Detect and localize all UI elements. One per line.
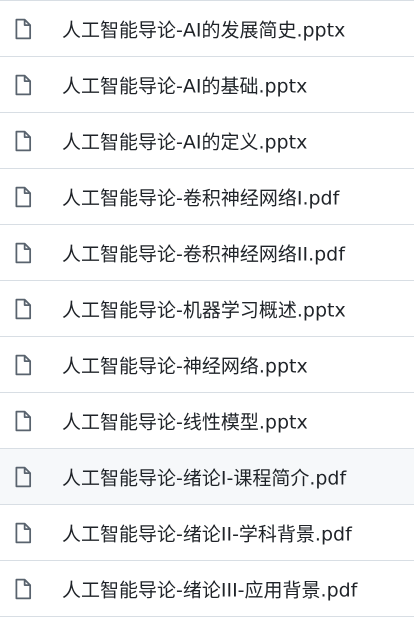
file-icon [14, 186, 32, 208]
file-name[interactable]: 人工智能导论-绪论III-应用背景.pdf [62, 575, 357, 602]
file-name[interactable]: 人工智能导论-神经网络.pptx [62, 351, 308, 378]
file-icon [14, 242, 32, 264]
file-icon [14, 74, 32, 96]
file-icon [14, 354, 32, 376]
file-name[interactable]: 人工智能导论-AI的定义.pptx [62, 127, 307, 154]
file-row[interactable]: 人工智能导论-机器学习概述.pptx [0, 281, 414, 337]
file-row[interactable]: 人工智能导论-神经网络.pptx [0, 337, 414, 393]
file-icon [14, 466, 32, 488]
file-row[interactable]: 人工智能导论-线性模型.pptx [0, 393, 414, 449]
file-name[interactable]: 人工智能导论-卷积神经网络II.pdf [62, 239, 345, 266]
file-icon [14, 298, 32, 320]
file-row[interactable]: 人工智能导论-绪论II-学科背景.pdf [0, 505, 414, 561]
file-row[interactable]: 人工智能导论-卷积神经网络II.pdf [0, 225, 414, 281]
file-icon [14, 578, 32, 600]
file-icon [14, 130, 32, 152]
file-name[interactable]: 人工智能导论-线性模型.pptx [62, 407, 308, 434]
file-row[interactable]: 人工智能导论-AI的基础.pptx [0, 57, 414, 113]
file-name[interactable]: 人工智能导论-卷积神经网络I.pdf [62, 183, 339, 210]
file-row[interactable]: 人工智能导论-AI的发展简史.pptx [0, 1, 414, 57]
file-name[interactable]: 人工智能导论-绪论I-课程简介.pdf [62, 463, 346, 490]
file-icon [14, 18, 32, 40]
file-list: 人工智能导论-AI的发展简史.pptx 人工智能导论-AI的基础.pptx 人工… [0, 0, 414, 617]
file-name[interactable]: 人工智能导论-绪论II-学科背景.pdf [62, 519, 352, 546]
file-row[interactable]: 人工智能导论-绪论I-课程简介.pdf [0, 449, 414, 505]
file-name[interactable]: 人工智能导论-AI的发展简史.pptx [62, 15, 345, 42]
file-name[interactable]: 人工智能导论-AI的基础.pptx [62, 71, 307, 98]
file-name[interactable]: 人工智能导论-机器学习概述.pptx [62, 295, 346, 322]
file-row[interactable]: 人工智能导论-AI的定义.pptx [0, 113, 414, 169]
file-row[interactable]: 人工智能导论-卷积神经网络I.pdf [0, 169, 414, 225]
file-icon [14, 410, 32, 432]
file-icon [14, 522, 32, 544]
file-row[interactable]: 人工智能导论-绪论III-应用背景.pdf [0, 561, 414, 617]
